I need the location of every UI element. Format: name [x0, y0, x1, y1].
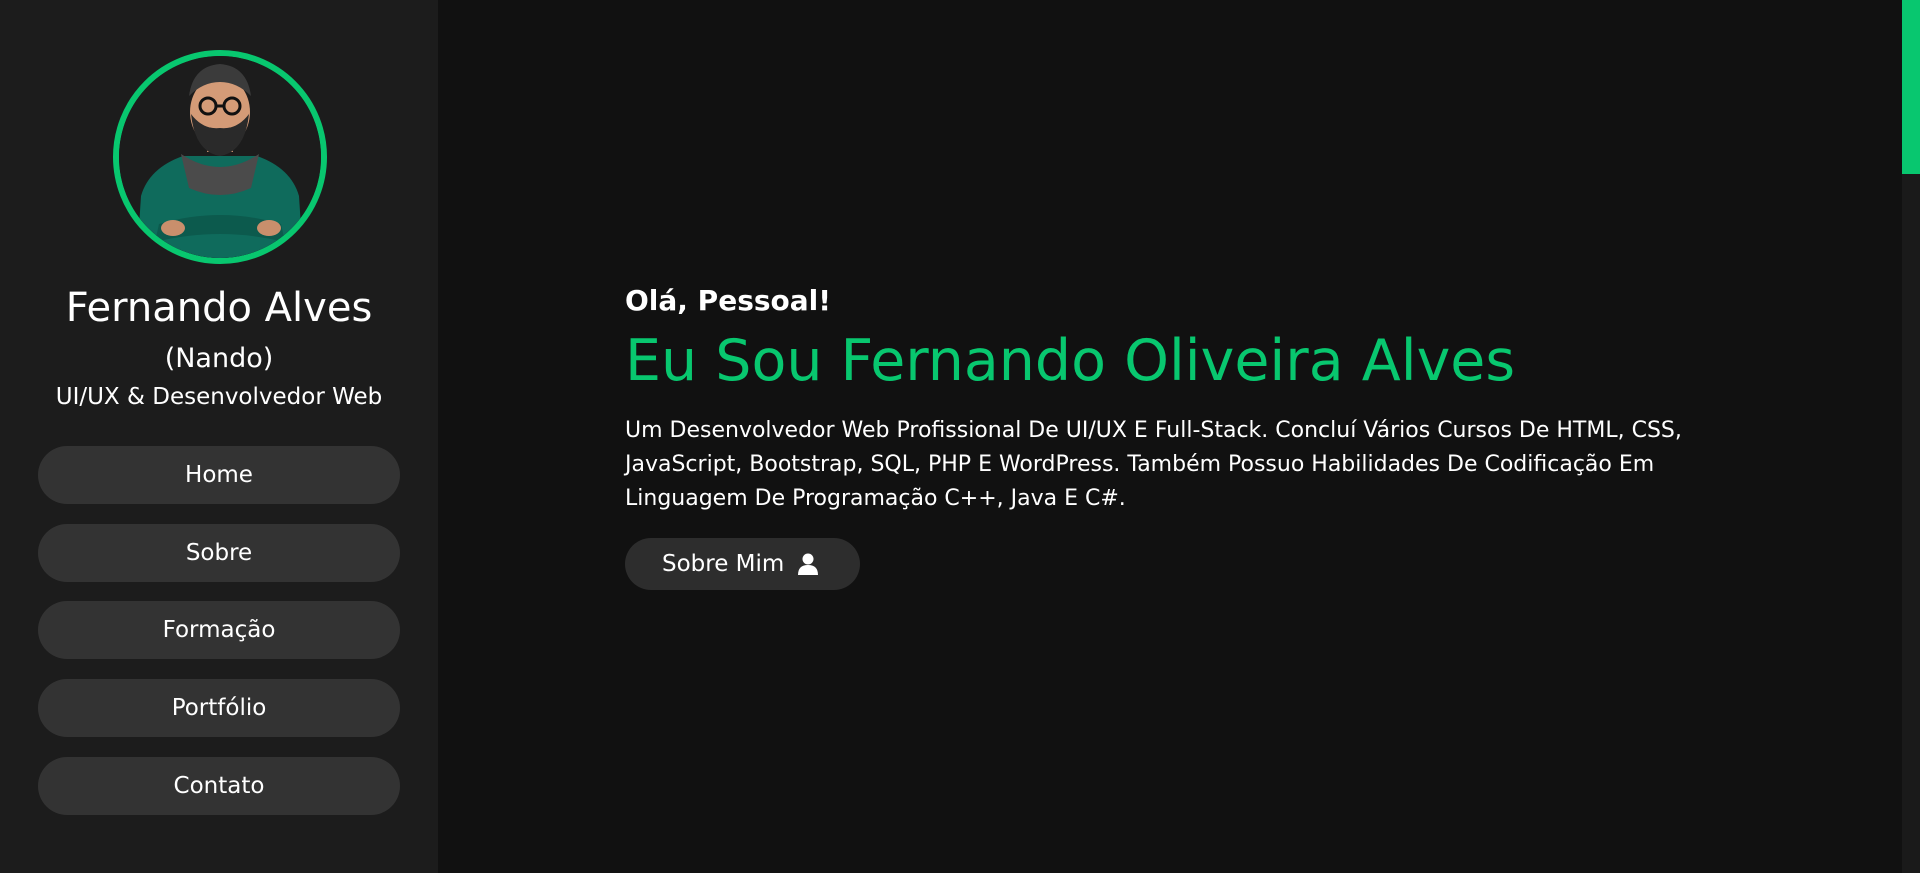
avatar — [113, 50, 327, 264]
hero-greeting: Olá, Pessoal! — [625, 284, 832, 317]
profile-nickname: (Nando) — [164, 343, 274, 374]
profile-role: UI/UX & Desenvolvedor Web — [55, 384, 383, 410]
user-icon — [798, 553, 819, 575]
scrollbar-thumb[interactable] — [1902, 0, 1920, 174]
nav-formacao-button[interactable]: Formação — [38, 601, 400, 659]
hero-section: Olá, Pessoal! Eu Sou Fernando Oliveira A… — [625, 280, 1745, 590]
hero-headline: Eu Sou Fernando Oliveira Alves — [625, 328, 1516, 394]
sobre-mim-label: Sobre Mim — [662, 551, 785, 577]
scrollbar[interactable] — [1902, 0, 1920, 873]
nav-sobre-button[interactable]: Sobre — [38, 524, 400, 582]
sobre-mim-button[interactable]: Sobre Mim — [625, 538, 861, 590]
nav-home-button[interactable]: Home — [38, 446, 400, 504]
nav-contato-button[interactable]: Contato — [38, 757, 400, 815]
profile-name: Fernando Alves — [65, 285, 373, 331]
sidebar: Fernando Alves (Nando) UI/UX & Desenvolv… — [0, 0, 438, 873]
avatar-photo — [119, 56, 321, 258]
nav-portfolio-button[interactable]: Portfólio — [38, 679, 400, 737]
hero-description: Um Desenvolvedor Web Profissional De UI/… — [625, 418, 1682, 511]
page: Fernando Alves (Nando) UI/UX & Desenvolv… — [0, 0, 1920, 873]
